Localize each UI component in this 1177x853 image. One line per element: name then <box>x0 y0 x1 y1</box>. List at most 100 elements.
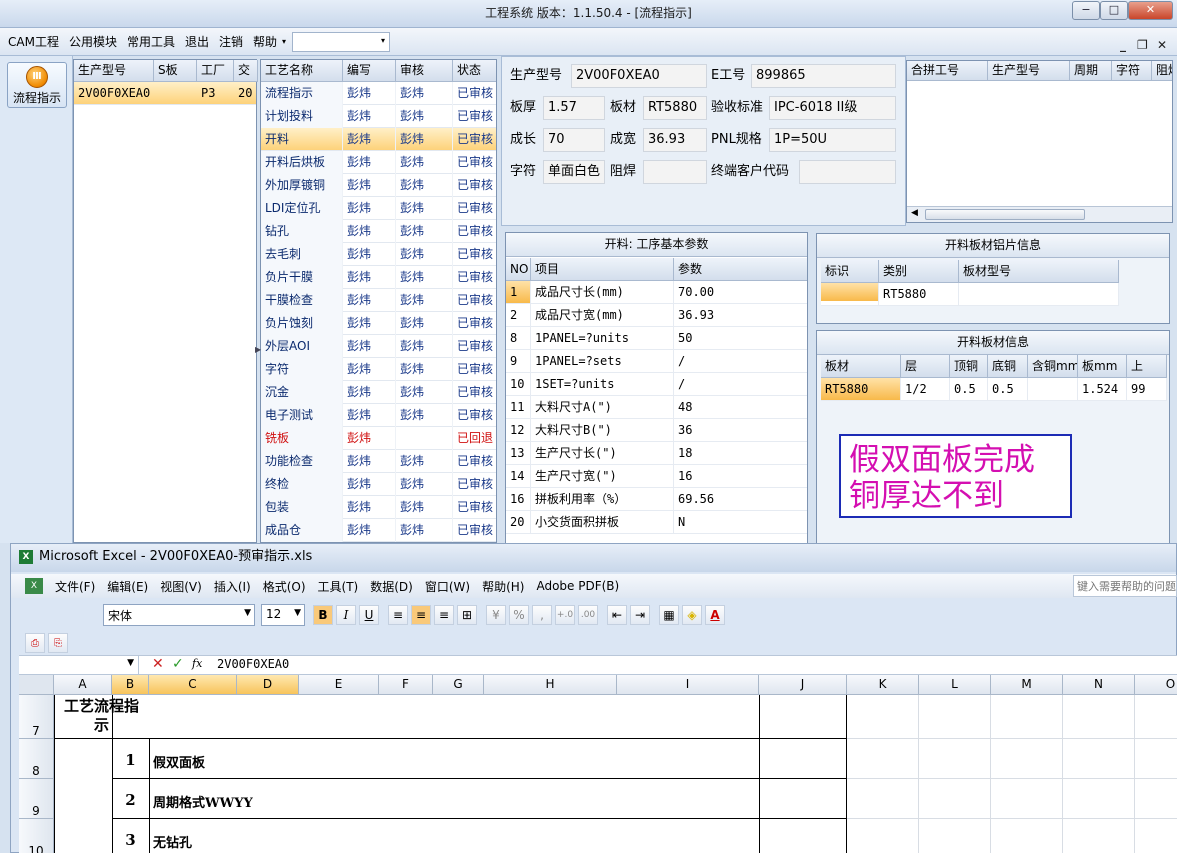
mat-cell-up[interactable]: 99 <box>1127 378 1167 401</box>
cancel-icon[interactable]: ✕ <box>152 656 164 672</box>
wid-field[interactable]: 36.93 <box>643 128 707 152</box>
param-no[interactable]: 20 <box>506 511 531 534</box>
std-field[interactable]: IPC-6018 II级 <box>769 96 896 120</box>
excel-menu-window[interactable]: 窗口(W) <box>425 576 470 597</box>
name-box[interactable]: ▼ <box>19 656 139 674</box>
param-value[interactable]: 70.00 <box>674 281 807 304</box>
maximize-button[interactable]: □ <box>1100 1 1128 20</box>
param-item[interactable]: 1PANEL=?sets <box>531 350 674 373</box>
item-number-cell[interactable]: 3 <box>112 831 149 849</box>
column-header[interactable]: B <box>112 675 149 695</box>
pdf-icon[interactable]: ⎙ <box>25 633 45 653</box>
item-number-cell[interactable]: 2 <box>112 791 149 809</box>
column-header[interactable]: M <box>991 675 1063 695</box>
mat-header-board[interactable]: 板材 <box>821 355 901 378</box>
orders-header-due[interactable]: 交 <box>234 60 258 82</box>
increase-decimal-icon[interactable]: +.0 <box>555 605 575 625</box>
menu-common-module[interactable]: 公用模块 <box>64 28 122 56</box>
orders-header-s[interactable]: S板 <box>154 60 197 82</box>
params-header-item[interactable]: 项目 <box>531 258 674 281</box>
row-header[interactable]: 9 <box>19 779 54 819</box>
process-header-name[interactable]: 工艺名称 <box>261 60 343 82</box>
mat-cell-thick[interactable]: 1.524 <box>1078 378 1127 401</box>
column-header[interactable]: H <box>484 675 617 695</box>
comma-icon[interactable]: , <box>532 605 552 625</box>
excel-doc-icon[interactable]: X <box>25 578 43 594</box>
column-header[interactable]: I <box>617 675 759 695</box>
fill-color-icon[interactable]: ◈ <box>682 605 702 625</box>
menu-help[interactable]: 帮助 <box>248 28 282 56</box>
pnl-field[interactable]: 1P=50U <box>769 128 896 152</box>
column-header[interactable]: A <box>54 675 112 695</box>
param-item[interactable]: 大料尺寸B(") <box>531 419 674 442</box>
param-item[interactable]: 生产尺寸宽(") <box>531 465 674 488</box>
param-no[interactable]: 16 <box>506 488 531 511</box>
mat-cell-cu[interactable] <box>1028 378 1078 401</box>
alu-header-cat[interactable]: 类别 <box>879 260 959 283</box>
thick-field[interactable]: 1.57 <box>543 96 605 120</box>
alu-cell-cat[interactable]: RT5880 <box>879 283 959 306</box>
column-header[interactable]: G <box>433 675 484 695</box>
param-value[interactable]: 48 <box>674 396 807 419</box>
mat-cell-bottom[interactable]: 0.5 <box>988 378 1028 401</box>
decrease-decimal-icon[interactable]: .00 <box>578 605 598 625</box>
mat-header-cu[interactable]: 含铜mm <box>1028 355 1078 378</box>
column-header[interactable]: K <box>847 675 919 695</box>
excel-help-input[interactable] <box>1073 575 1177 597</box>
minimize-button[interactable]: − <box>1072 1 1100 20</box>
mat-header-thick[interactable]: 板mm <box>1078 355 1127 378</box>
item-text-cell[interactable]: 假双面板 <box>153 752 205 771</box>
param-item[interactable]: 拼板利用率（%） <box>531 488 674 511</box>
item-number-cell[interactable]: 1 <box>112 751 149 769</box>
param-no[interactable]: 10 <box>506 373 531 396</box>
param-item[interactable]: 成品尺寸宽(mm) <box>531 304 674 327</box>
param-no[interactable]: 14 <box>506 465 531 488</box>
param-value[interactable]: N <box>674 511 807 534</box>
mat-cell-top[interactable]: 0.5 <box>950 378 988 401</box>
len-field[interactable]: 70 <box>543 128 605 152</box>
e-no-field[interactable]: 899865 <box>751 64 896 88</box>
align-right-icon[interactable]: ≡ <box>434 605 454 625</box>
mdi-minimize-button[interactable]: _ <box>1120 38 1126 52</box>
currency-icon[interactable]: ¥ <box>486 605 506 625</box>
combine-header-no[interactable]: 合拼工号 <box>907 61 988 81</box>
align-left-icon[interactable]: ≡ <box>388 605 408 625</box>
mat-header-bottom[interactable]: 底铜 <box>988 355 1028 378</box>
param-value[interactable]: 36.93 <box>674 304 807 327</box>
param-no[interactable]: 1 <box>506 281 531 304</box>
menu-cam[interactable]: CAM工程 <box>0 28 64 56</box>
excel-menu-edit[interactable]: 编辑(E) <box>107 576 148 597</box>
font-select[interactable]: 宋体 ▼ <box>103 604 255 626</box>
formula-input[interactable]: 2V00F0XEA0 <box>217 657 289 671</box>
italic-button[interactable]: I <box>336 605 356 625</box>
combine-scroll-thumb[interactable] <box>925 209 1085 220</box>
param-item[interactable]: 1PANEL=?units <box>531 327 674 350</box>
param-no[interactable]: 12 <box>506 419 531 442</box>
splitter-arrow-icon[interactable]: ▶ <box>255 345 261 354</box>
align-center-icon[interactable]: ≡ <box>411 605 431 625</box>
scroll-left-icon[interactable]: ◀ <box>911 208 918 218</box>
param-value[interactable]: 69.56 <box>674 488 807 511</box>
flow-instruction-button[interactable]: Ⅲ 流程指示 <box>7 62 67 108</box>
param-value[interactable]: 50 <box>674 327 807 350</box>
excel-menu-format[interactable]: 格式(O) <box>263 576 306 597</box>
column-header[interactable]: C <box>149 675 237 695</box>
pdf-settings-icon[interactable]: ⎘ <box>48 633 68 653</box>
combine-hscroll[interactable]: ◀ <box>907 206 1172 222</box>
alu-header-model[interactable]: 板材型号 <box>959 260 1119 283</box>
column-header[interactable]: O <box>1135 675 1177 695</box>
mat-cell-board[interactable]: RT5880 <box>821 378 901 401</box>
underline-button[interactable]: U <box>359 605 379 625</box>
combine-header-char[interactable]: 字符 <box>1112 61 1152 81</box>
param-value[interactable]: / <box>674 373 807 396</box>
menu-combo[interactable]: ▾ <box>292 31 391 52</box>
indent-icon[interactable]: ⇥ <box>630 605 650 625</box>
param-item[interactable]: 小交货面积拼板 <box>531 511 674 534</box>
excel-menu-data[interactable]: 数据(D) <box>370 576 413 597</box>
combine-header-model[interactable]: 生产型号 <box>988 61 1070 81</box>
column-header[interactable]: L <box>919 675 991 695</box>
outdent-icon[interactable]: ⇤ <box>607 605 627 625</box>
mat-header-layer[interactable]: 层 <box>901 355 950 378</box>
model-field[interactable]: 2V00F0XEA0 <box>571 64 707 88</box>
mdi-close-button[interactable]: ✕ <box>1157 38 1167 52</box>
